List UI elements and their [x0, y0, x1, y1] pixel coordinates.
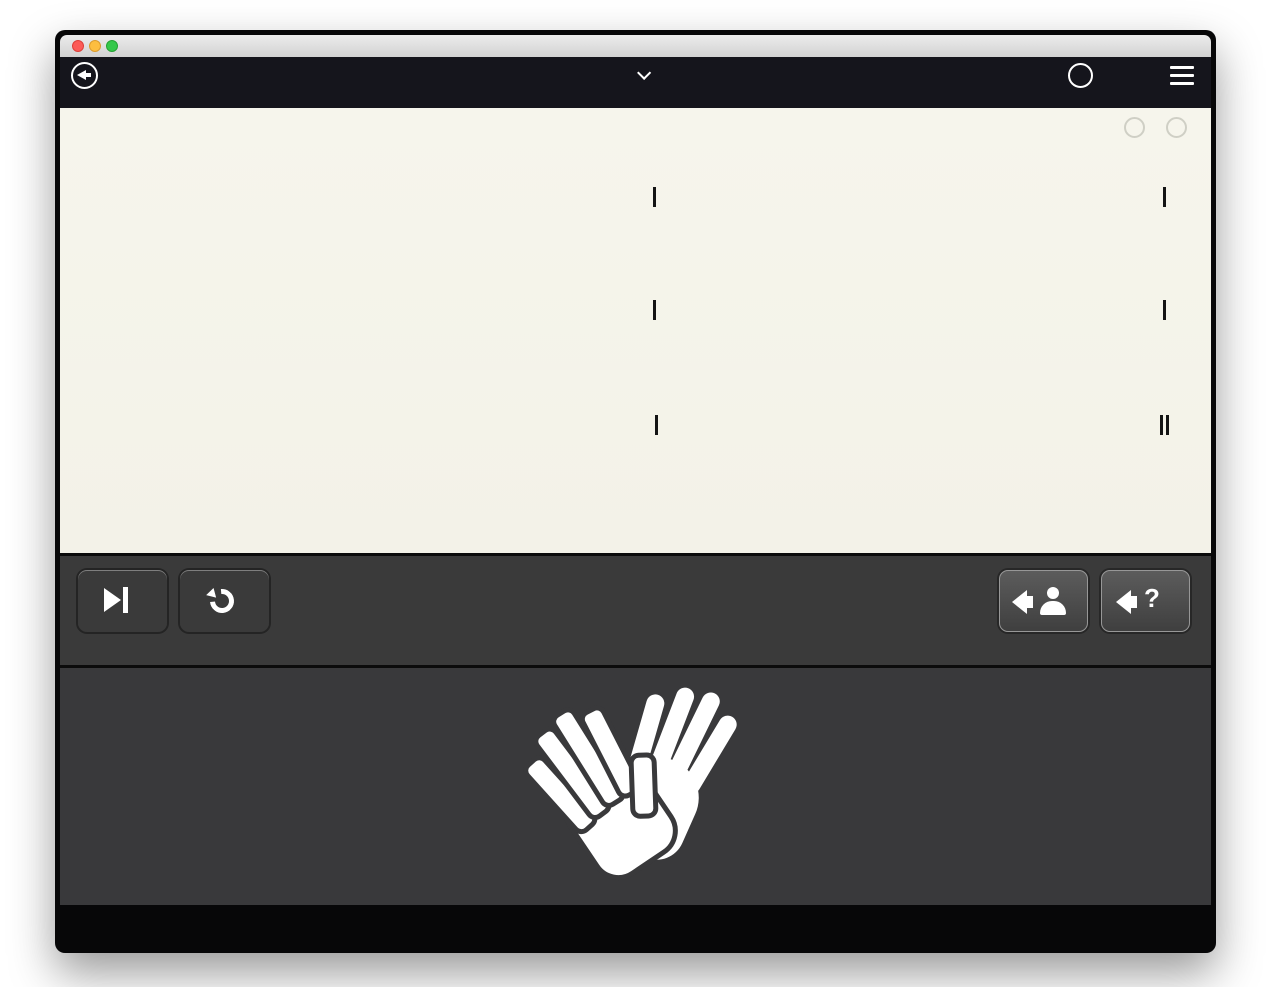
barline — [653, 300, 656, 320]
zoom-in-icon[interactable] — [1166, 117, 1187, 138]
play-my-answer-button[interactable] — [999, 570, 1088, 632]
zoom-out-icon[interactable] — [1124, 117, 1145, 138]
play-question-button[interactable]: ? — [1101, 570, 1190, 632]
zoom-button[interactable] — [106, 40, 118, 52]
barline — [655, 415, 658, 435]
try-again-button[interactable] — [180, 570, 269, 632]
clap-area[interactable] — [60, 668, 1211, 905]
person-icon — [1040, 587, 1066, 617]
speaker-icon — [1116, 589, 1140, 615]
minimize-button[interactable] — [89, 40, 101, 52]
speaker-icon — [1012, 589, 1036, 615]
barline — [1163, 300, 1166, 320]
menu-button[interactable] — [1170, 65, 1194, 87]
app-window: ? — [55, 30, 1216, 953]
titlebar — [60, 35, 1211, 57]
close-button[interactable] — [72, 40, 84, 52]
exercise-title-dropdown[interactable] — [625, 66, 647, 85]
barline — [653, 187, 656, 207]
barline — [1163, 187, 1166, 207]
progress-bar — [60, 95, 1211, 108]
chevron-down-icon — [637, 66, 651, 80]
undo-icon — [210, 587, 236, 613]
barline — [1166, 415, 1169, 435]
help-button[interactable] — [1068, 63, 1093, 88]
clapping-hands-icon — [511, 686, 761, 876]
score-surface — [60, 108, 1211, 553]
back-button[interactable] — [71, 62, 98, 89]
barline — [1160, 415, 1163, 435]
control-bar: ? — [60, 553, 1211, 668]
new-question-button[interactable] — [78, 570, 167, 632]
question-mark-icon: ? — [1144, 583, 1160, 614]
header-bar — [60, 57, 1211, 95]
